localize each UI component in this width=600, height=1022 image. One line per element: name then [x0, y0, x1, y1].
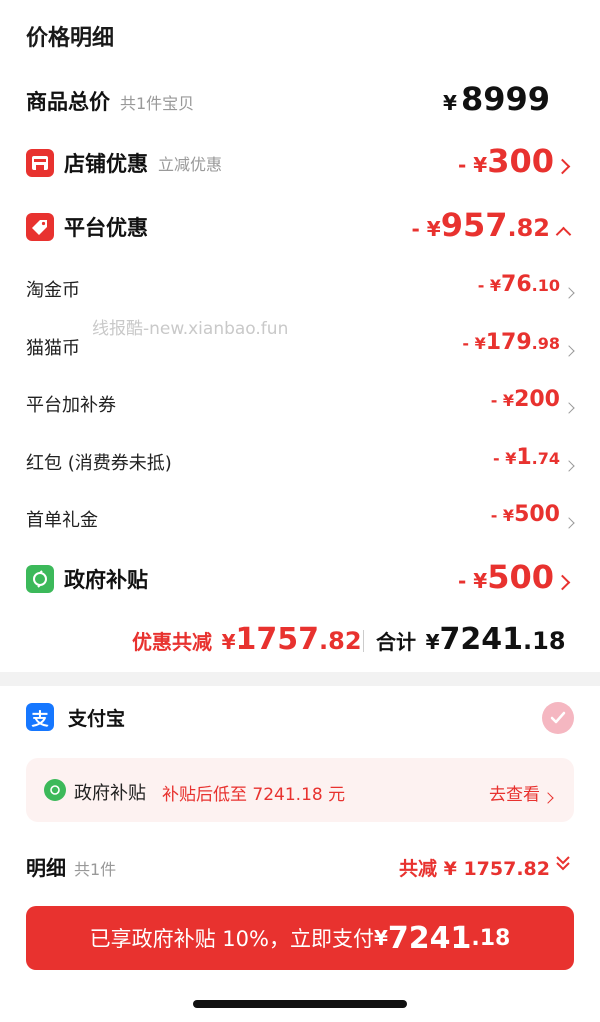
- platform-discount-value: - ¥957.82: [412, 206, 551, 244]
- store-icon: [26, 149, 54, 177]
- total-row: 商品总价 共1件宝贝: [26, 86, 194, 116]
- discount-label: 优惠共减: [132, 630, 212, 654]
- item-label-firstorder: 首单礼金: [26, 510, 98, 531]
- item-label-redpacket: 红包 (消费券未抵): [26, 453, 172, 474]
- chevron-right-icon[interactable]: [563, 340, 575, 359]
- store-discount-value: - ¥300: [458, 142, 554, 180]
- chevron-right-icon[interactable]: [563, 455, 575, 474]
- pay-button[interactable]: 已享政府补贴 10%，立即支付 ¥7241.18: [26, 906, 574, 970]
- platform-discount-row[interactable]: 平台优惠: [26, 212, 148, 242]
- total-label: 商品总价: [26, 90, 110, 114]
- item-label-taojinbi: 淘金币: [26, 280, 80, 301]
- chevron-right-icon[interactable]: [563, 512, 575, 531]
- discount-dec: .82: [319, 627, 362, 655]
- detail-row: 明细 共1件: [26, 852, 116, 881]
- gov-amount: 500: [487, 558, 554, 596]
- detail-sub: 共1件: [74, 860, 117, 879]
- item-label-coupon: 平台加补券: [26, 395, 116, 416]
- discount-summary: 优惠共减 ¥1757.82: [132, 622, 362, 657]
- alipay-icon: 支: [26, 703, 54, 731]
- tag-icon: [26, 213, 54, 241]
- subsidy-box-link[interactable]: 去查看: [489, 780, 540, 805]
- item-value-taojinbi: - ¥76.10: [477, 272, 560, 297]
- platform-prefix: - ¥: [411, 217, 441, 241]
- platform-int: 957: [440, 206, 508, 244]
- discount-int: 1757: [235, 622, 320, 657]
- watermark: 线报酷-new.xianbao.fun: [92, 319, 289, 339]
- store-discount-row[interactable]: 店铺优惠 立减优惠: [26, 148, 222, 178]
- check-icon[interactable]: [542, 702, 574, 734]
- gov-subsidy-row[interactable]: 政府补贴: [26, 564, 148, 594]
- total-yen: ¥: [443, 91, 457, 115]
- page-title: 价格明细: [26, 26, 115, 51]
- pay-button-dec: .18: [471, 925, 511, 951]
- total-summary-dec: .18: [523, 627, 566, 655]
- summary-divider: [363, 630, 364, 652]
- home-indicator[interactable]: [193, 1000, 407, 1008]
- store-amount: 300: [487, 142, 554, 180]
- detail-label: 明细: [26, 856, 66, 880]
- total-summary: 合计 ¥7241.18: [376, 622, 566, 657]
- platform-dec: .82: [507, 214, 550, 242]
- detail-total: 共减 ¥ 1757.82: [399, 858, 550, 880]
- platform-label: 平台优惠: [64, 216, 148, 240]
- item-value-coupon: - ¥200: [490, 387, 560, 412]
- alipay-row[interactable]: 支 支付宝: [26, 703, 125, 731]
- chevron-right-icon[interactable]: [563, 397, 575, 416]
- store-prefix: - ¥: [458, 153, 488, 177]
- gov-label: 政府补贴: [64, 568, 148, 592]
- total-price: ¥8999: [443, 80, 550, 118]
- gov-subsidy-value: - ¥500: [458, 558, 554, 596]
- total-sub: 共1件宝贝: [120, 94, 195, 113]
- gov-subsidy-small-icon: [44, 779, 66, 801]
- gov-chevron-icon[interactable]: [554, 573, 571, 592]
- double-chevron-down-icon[interactable]: [554, 854, 572, 876]
- chevron-up-icon[interactable]: [555, 225, 572, 244]
- total-summary-label: 合计: [376, 630, 416, 654]
- alipay-label: 支付宝: [68, 707, 126, 730]
- total-summary-int: 7241: [439, 622, 524, 657]
- section-divider: [0, 672, 600, 686]
- pay-button-text: 已享政府补贴 10%，立即支付: [89, 927, 374, 951]
- subsidy-box-desc: 补贴后低至 7241.18 元: [162, 785, 346, 805]
- store-label: 店铺优惠: [64, 152, 148, 176]
- store-sub: 立减优惠: [158, 155, 223, 174]
- total-amount: 8999: [460, 80, 550, 118]
- subsidy-info-box[interactable]: 政府补贴 补贴后低至 7241.18 元 去查看: [26, 758, 574, 822]
- chevron-right-icon[interactable]: [563, 282, 575, 301]
- subsidy-box-label: 政府补贴: [74, 783, 146, 804]
- pay-button-int: 7241: [387, 920, 472, 956]
- item-value-redpacket: - ¥1.74: [493, 445, 560, 470]
- gov-subsidy-icon: [26, 565, 54, 593]
- item-value-maomaobi: - ¥179.98: [462, 330, 560, 355]
- item-value-firstorder: - ¥500: [490, 502, 560, 527]
- chevron-right-icon[interactable]: [542, 787, 554, 806]
- store-chevron-icon[interactable]: [554, 157, 571, 176]
- gov-prefix: - ¥: [458, 569, 488, 593]
- item-label-maomaobi: 猫猫币: [26, 338, 80, 359]
